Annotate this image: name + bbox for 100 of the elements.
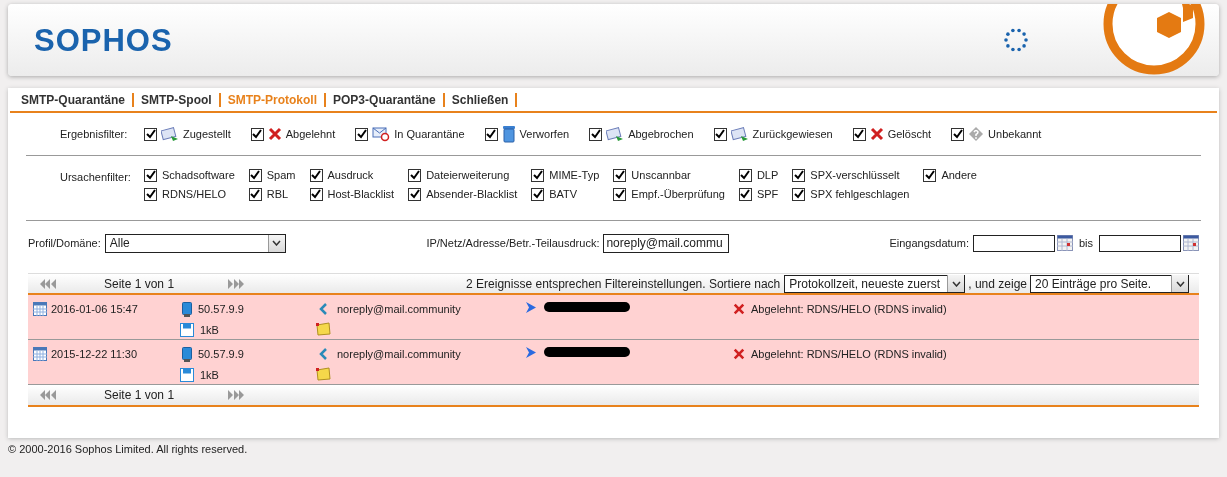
- filter-option: SPX-verschlüsselt: [810, 166, 900, 184]
- cross-icon: [733, 303, 745, 316]
- filter-option: SPX fehlgeschlagen: [810, 185, 910, 203]
- ip-address: 50.57.9.9: [198, 347, 244, 362]
- filter-option: Unbekannt: [988, 125, 1042, 143]
- checkbox[interactable]: [792, 168, 806, 182]
- filter-option: RBL: [266, 185, 289, 203]
- status-text: Abgelehnt: RDNS/HELO (RDNS invalid): [751, 302, 947, 317]
- filter-label: Ursachenfilter:: [60, 170, 132, 185]
- checkbox[interactable]: [250, 127, 264, 141]
- bin-icon: [501, 125, 516, 143]
- sort-dropdown[interactable]: Protokollzeit, neueste zuerst: [784, 274, 966, 293]
- page-indicator: Seite 1 von 1: [104, 387, 176, 404]
- filter-option: Gelöscht: [887, 125, 932, 143]
- outgoing-arrow-icon: [525, 346, 537, 359]
- field-label: Eingangsdatum:: [889, 235, 969, 251]
- envelope-arrow-icon: [730, 126, 749, 142]
- server-icon: [182, 301, 192, 317]
- date-from-field[interactable]: [972, 234, 1055, 252]
- checkbox[interactable]: [484, 127, 498, 141]
- filter-option: Abgebrochen: [628, 125, 694, 143]
- note-icon: [316, 367, 331, 381]
- filter-label: Ergebnisfilter:: [60, 126, 129, 142]
- filter-option: Empf.-Überprüfung: [631, 185, 725, 203]
- log-row[interactable]: 2015-12-22 11:30 50.57.9.9 1kB noreply@mail.community Abgelehnt: RDNS/HELO (RDNS invalid): [28, 340, 1199, 385]
- sender-address: noreply@mail.community: [337, 302, 461, 317]
- message-size: 1kB: [200, 323, 219, 338]
- filter-option: RDNS/HELO: [162, 185, 227, 203]
- checkbox[interactable]: [408, 168, 422, 182]
- message-size: 1kB: [200, 368, 219, 383]
- filter-option: MIME-Typ: [549, 166, 600, 184]
- server-icon: [182, 346, 192, 362]
- page-size-dropdown[interactable]: 20 Einträge pro Seite.: [1030, 274, 1189, 293]
- checkbox[interactable]: [531, 187, 545, 201]
- calendar-icon[interactable]: [1056, 235, 1073, 251]
- checkbox[interactable]: [792, 187, 806, 201]
- filter-option: Zugestellt: [183, 125, 231, 143]
- sender-address: noreply@mail.community: [337, 347, 461, 362]
- filter-option: Abgelehnt: [285, 125, 336, 143]
- checkbox[interactable]: [923, 168, 937, 182]
- checkbox[interactable]: [531, 168, 545, 182]
- checkbox[interactable]: [408, 187, 422, 201]
- filter-option: Verworfen: [519, 125, 570, 143]
- envelope-blocked-icon: [372, 126, 391, 142]
- outgoing-arrow-icon: [525, 301, 537, 314]
- tab[interactable]: POP3-Quarantäne: [332, 90, 437, 109]
- checkbox[interactable]: [309, 168, 323, 182]
- page-indicator: Seite 1 von 1: [104, 275, 176, 293]
- profile-dropdown[interactable]: Alle: [104, 233, 286, 253]
- search-input-field[interactable]: noreply@mail.commu: [603, 233, 730, 253]
- checkbox[interactable]: [713, 127, 727, 141]
- ip-address: 50.57.9.9: [198, 302, 244, 317]
- tab[interactable]: SMTP-Spool: [140, 90, 213, 109]
- logo: SOPHOS: [34, 24, 173, 56]
- tab[interactable]: Schließen: [450, 90, 510, 109]
- date-to-field[interactable]: [1099, 234, 1181, 252]
- status-text: Abgelehnt: RDNS/HELO (RDNS invalid): [751, 347, 947, 362]
- calendar-icon[interactable]: [1183, 235, 1199, 251]
- checkbox[interactable]: [613, 187, 627, 201]
- checkbox[interactable]: [144, 168, 157, 182]
- question-icon: [968, 126, 985, 142]
- date-time: 2016-01-06 15:47: [51, 302, 138, 317]
- filter-option: Schadsoftware: [162, 166, 235, 184]
- filter-option: BATV: [549, 185, 578, 203]
- filter-option: In Quarantäne: [394, 125, 465, 143]
- calendar-icon: [33, 302, 47, 317]
- checkbox[interactable]: [951, 127, 965, 141]
- cross-icon: [733, 348, 745, 361]
- checkbox[interactable]: [144, 127, 157, 141]
- checkbox[interactable]: [852, 127, 866, 141]
- envelope-arrow-icon: [606, 126, 625, 142]
- filter-option: Andere: [941, 166, 977, 184]
- checkbox[interactable]: [144, 187, 157, 201]
- field-label: IP/Netz/Adresse/Betr.-Teilausdruck:: [426, 235, 600, 251]
- log-row[interactable]: 2016-01-06 15:47 50.57.9.9 1kB noreply@mail.community Abgelehnt: RDNS/HELO (RDNS invalid): [28, 295, 1199, 340]
- filter-option: SPF: [756, 185, 779, 203]
- filter-option: Unscannbar: [631, 166, 691, 184]
- field-label: bis: [1078, 235, 1093, 251]
- filter-option: Absender-Blacklist: [426, 185, 518, 203]
- checkbox[interactable]: [309, 187, 323, 201]
- checkbox[interactable]: [248, 168, 262, 182]
- calendar-icon: [33, 347, 47, 362]
- filter-option: DLP: [756, 166, 779, 184]
- filter-option: Zurückgewiesen: [752, 125, 833, 143]
- envelope-arrow-icon: [161, 126, 179, 142]
- field-label: Profil/Domäne:: [28, 235, 101, 251]
- date-time: 2015-12-22 11:30: [51, 347, 138, 362]
- checkbox[interactable]: [738, 168, 752, 182]
- cross-icon: [869, 127, 884, 141]
- checkbox[interactable]: [589, 127, 603, 141]
- results-summary: 2 Ereignisse entsprechen Filtereinstellungen. Sortiere nach: [466, 275, 781, 293]
- filter-option: Spam: [266, 166, 296, 184]
- checkbox[interactable]: [248, 187, 262, 201]
- checkbox[interactable]: [355, 127, 369, 141]
- checkbox[interactable]: [738, 187, 752, 201]
- filter-option: Dateierweiterung: [426, 166, 510, 184]
- cross-icon: [267, 127, 282, 141]
- checkbox[interactable]: [613, 168, 627, 182]
- loading-spinner-icon: [1003, 27, 1029, 53]
- tab[interactable]: SMTP-Quarantäne: [20, 90, 126, 109]
